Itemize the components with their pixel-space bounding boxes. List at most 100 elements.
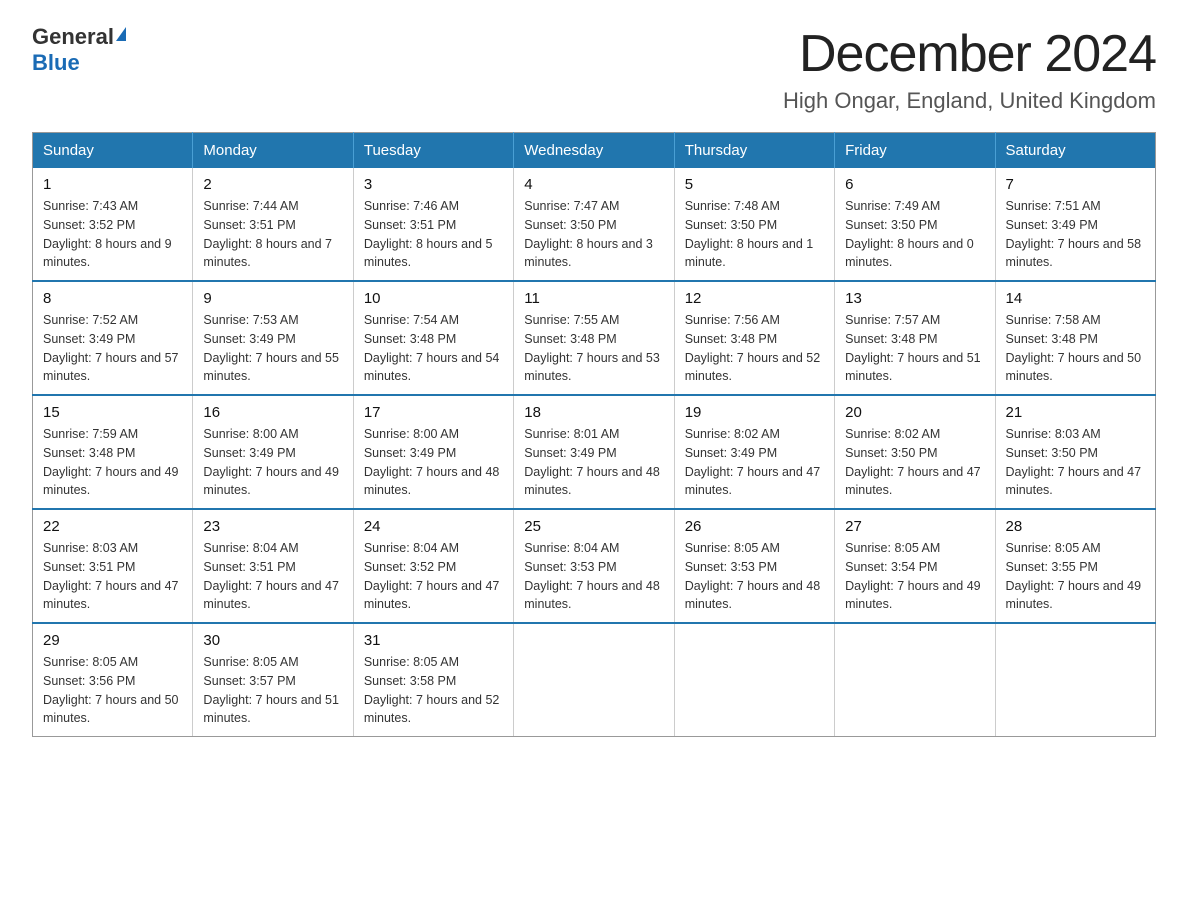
day-info: Sunrise: 7:43 AMSunset: 3:52 PMDaylight:… [43, 197, 182, 272]
day-cell: 25 Sunrise: 8:04 AMSunset: 3:53 PMDaylig… [514, 509, 674, 623]
day-number: 14 [1006, 290, 1145, 307]
logo: General Blue [32, 24, 126, 76]
calendar-subtitle: High Ongar, England, United Kingdom [783, 88, 1156, 114]
day-number: 19 [685, 404, 824, 421]
day-cell: 21 Sunrise: 8:03 AMSunset: 3:50 PMDaylig… [995, 395, 1155, 509]
logo-blue-text: Blue [32, 50, 80, 76]
day-cell: 31 Sunrise: 8:05 AMSunset: 3:58 PMDaylig… [353, 623, 513, 737]
day-number: 3 [364, 176, 503, 193]
day-number: 16 [203, 404, 342, 421]
day-info: Sunrise: 7:57 AMSunset: 3:48 PMDaylight:… [845, 311, 984, 386]
day-cell: 5 Sunrise: 7:48 AMSunset: 3:50 PMDayligh… [674, 168, 834, 281]
col-header-sunday: Sunday [33, 133, 193, 169]
day-info: Sunrise: 7:48 AMSunset: 3:50 PMDaylight:… [685, 197, 824, 272]
day-info: Sunrise: 7:53 AMSunset: 3:49 PMDaylight:… [203, 311, 342, 386]
day-cell: 1 Sunrise: 7:43 AMSunset: 3:52 PMDayligh… [33, 168, 193, 281]
day-info: Sunrise: 7:52 AMSunset: 3:49 PMDaylight:… [43, 311, 182, 386]
calendar-title: December 2024 [783, 24, 1156, 84]
day-info: Sunrise: 8:00 AMSunset: 3:49 PMDaylight:… [203, 425, 342, 500]
week-row-1: 1 Sunrise: 7:43 AMSunset: 3:52 PMDayligh… [33, 168, 1156, 281]
day-number: 7 [1006, 176, 1145, 193]
day-number: 21 [1006, 404, 1145, 421]
day-number: 2 [203, 176, 342, 193]
day-number: 12 [685, 290, 824, 307]
day-number: 24 [364, 518, 503, 535]
day-info: Sunrise: 8:05 AMSunset: 3:55 PMDaylight:… [1006, 539, 1145, 614]
day-cell: 15 Sunrise: 7:59 AMSunset: 3:48 PMDaylig… [33, 395, 193, 509]
week-row-3: 15 Sunrise: 7:59 AMSunset: 3:48 PMDaylig… [33, 395, 1156, 509]
week-row-4: 22 Sunrise: 8:03 AMSunset: 3:51 PMDaylig… [33, 509, 1156, 623]
day-info: Sunrise: 8:01 AMSunset: 3:49 PMDaylight:… [524, 425, 663, 500]
logo-triangle-icon [116, 27, 126, 41]
day-cell [835, 623, 995, 737]
day-cell: 8 Sunrise: 7:52 AMSunset: 3:49 PMDayligh… [33, 281, 193, 395]
day-cell: 14 Sunrise: 7:58 AMSunset: 3:48 PMDaylig… [995, 281, 1155, 395]
day-info: Sunrise: 8:04 AMSunset: 3:51 PMDaylight:… [203, 539, 342, 614]
day-cell: 18 Sunrise: 8:01 AMSunset: 3:49 PMDaylig… [514, 395, 674, 509]
col-header-thursday: Thursday [674, 133, 834, 169]
day-number: 20 [845, 404, 984, 421]
day-cell: 3 Sunrise: 7:46 AMSunset: 3:51 PMDayligh… [353, 168, 513, 281]
calendar-table: SundayMondayTuesdayWednesdayThursdayFrid… [32, 132, 1156, 737]
day-cell [514, 623, 674, 737]
day-number: 8 [43, 290, 182, 307]
day-cell: 6 Sunrise: 7:49 AMSunset: 3:50 PMDayligh… [835, 168, 995, 281]
day-number: 13 [845, 290, 984, 307]
logo-general-text: General [32, 24, 114, 50]
day-number: 23 [203, 518, 342, 535]
day-cell: 22 Sunrise: 8:03 AMSunset: 3:51 PMDaylig… [33, 509, 193, 623]
week-row-2: 8 Sunrise: 7:52 AMSunset: 3:49 PMDayligh… [33, 281, 1156, 395]
day-number: 10 [364, 290, 503, 307]
day-cell: 10 Sunrise: 7:54 AMSunset: 3:48 PMDaylig… [353, 281, 513, 395]
day-info: Sunrise: 8:05 AMSunset: 3:56 PMDaylight:… [43, 653, 182, 728]
day-cell: 19 Sunrise: 8:02 AMSunset: 3:49 PMDaylig… [674, 395, 834, 509]
day-cell: 24 Sunrise: 8:04 AMSunset: 3:52 PMDaylig… [353, 509, 513, 623]
week-row-5: 29 Sunrise: 8:05 AMSunset: 3:56 PMDaylig… [33, 623, 1156, 737]
day-cell: 9 Sunrise: 7:53 AMSunset: 3:49 PMDayligh… [193, 281, 353, 395]
day-number: 30 [203, 632, 342, 649]
day-cell: 20 Sunrise: 8:02 AMSunset: 3:50 PMDaylig… [835, 395, 995, 509]
day-cell: 11 Sunrise: 7:55 AMSunset: 3:48 PMDaylig… [514, 281, 674, 395]
calendar-header: SundayMondayTuesdayWednesdayThursdayFrid… [33, 133, 1156, 169]
day-info: Sunrise: 7:56 AMSunset: 3:48 PMDaylight:… [685, 311, 824, 386]
day-number: 27 [845, 518, 984, 535]
day-number: 1 [43, 176, 182, 193]
day-info: Sunrise: 7:49 AMSunset: 3:50 PMDaylight:… [845, 197, 984, 272]
day-number: 31 [364, 632, 503, 649]
day-cell: 17 Sunrise: 8:00 AMSunset: 3:49 PMDaylig… [353, 395, 513, 509]
day-info: Sunrise: 8:03 AMSunset: 3:51 PMDaylight:… [43, 539, 182, 614]
day-info: Sunrise: 7:51 AMSunset: 3:49 PMDaylight:… [1006, 197, 1145, 272]
day-info: Sunrise: 8:04 AMSunset: 3:53 PMDaylight:… [524, 539, 663, 614]
day-cell: 29 Sunrise: 8:05 AMSunset: 3:56 PMDaylig… [33, 623, 193, 737]
day-info: Sunrise: 7:46 AMSunset: 3:51 PMDaylight:… [364, 197, 503, 272]
day-info: Sunrise: 7:44 AMSunset: 3:51 PMDaylight:… [203, 197, 342, 272]
day-cell: 12 Sunrise: 7:56 AMSunset: 3:48 PMDaylig… [674, 281, 834, 395]
day-cell [995, 623, 1155, 737]
day-number: 28 [1006, 518, 1145, 535]
day-number: 25 [524, 518, 663, 535]
day-info: Sunrise: 7:54 AMSunset: 3:48 PMDaylight:… [364, 311, 503, 386]
day-cell: 4 Sunrise: 7:47 AMSunset: 3:50 PMDayligh… [514, 168, 674, 281]
day-info: Sunrise: 7:58 AMSunset: 3:48 PMDaylight:… [1006, 311, 1145, 386]
header: General Blue December 2024 High Ongar, E… [32, 24, 1156, 114]
day-number: 4 [524, 176, 663, 193]
day-number: 22 [43, 518, 182, 535]
day-info: Sunrise: 8:02 AMSunset: 3:49 PMDaylight:… [685, 425, 824, 500]
day-info: Sunrise: 8:03 AMSunset: 3:50 PMDaylight:… [1006, 425, 1145, 500]
day-number: 17 [364, 404, 503, 421]
day-info: Sunrise: 8:05 AMSunset: 3:54 PMDaylight:… [845, 539, 984, 614]
day-cell: 16 Sunrise: 8:00 AMSunset: 3:49 PMDaylig… [193, 395, 353, 509]
calendar-body: 1 Sunrise: 7:43 AMSunset: 3:52 PMDayligh… [33, 168, 1156, 737]
day-cell: 27 Sunrise: 8:05 AMSunset: 3:54 PMDaylig… [835, 509, 995, 623]
col-header-friday: Friday [835, 133, 995, 169]
header-row: SundayMondayTuesdayWednesdayThursdayFrid… [33, 133, 1156, 169]
day-info: Sunrise: 7:59 AMSunset: 3:48 PMDaylight:… [43, 425, 182, 500]
day-info: Sunrise: 8:02 AMSunset: 3:50 PMDaylight:… [845, 425, 984, 500]
day-number: 29 [43, 632, 182, 649]
day-cell: 23 Sunrise: 8:04 AMSunset: 3:51 PMDaylig… [193, 509, 353, 623]
day-number: 15 [43, 404, 182, 421]
col-header-monday: Monday [193, 133, 353, 169]
col-header-wednesday: Wednesday [514, 133, 674, 169]
day-number: 18 [524, 404, 663, 421]
day-info: Sunrise: 7:47 AMSunset: 3:50 PMDaylight:… [524, 197, 663, 272]
